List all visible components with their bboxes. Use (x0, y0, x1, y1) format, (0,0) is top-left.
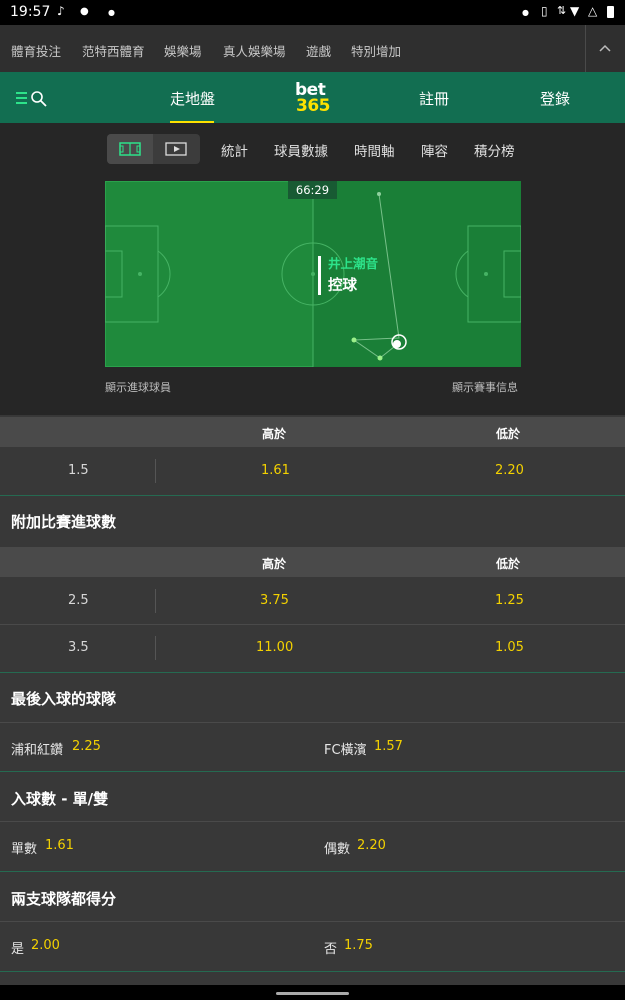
tab-lineups[interactable]: 陣容 (421, 140, 448, 160)
logo-number[interactable]: 365 (296, 96, 331, 116)
tab-timeline[interactable]: 時間軸 (354, 140, 395, 160)
status-time: 19:57 (10, 4, 51, 20)
under-column-label: 低於 (496, 557, 521, 571)
selection-button[interactable]: 浦和紅鑽 2.25 (0, 723, 312, 771)
topnav-live-casino[interactable]: 真人娛樂場 (223, 41, 286, 60)
play-icon (165, 142, 187, 156)
mobile-data-icon: ⇅ (557, 4, 567, 17)
status-bar: 19:57 ♪ ● ● ● ▯ ⇅ ▼ △ (0, 0, 625, 25)
selection-name: 偶數 (324, 842, 351, 857)
pitch-markings (105, 181, 521, 367)
tab-player-stats[interactable]: 球員數據 (274, 140, 328, 160)
market-title: 入球數 - 單/雙 (11, 790, 109, 808)
extra-goals-column-header: 高於 低於 (0, 547, 625, 577)
market-title: 附加比賽進球數 (11, 513, 117, 531)
selection-button[interactable]: 否 1.75 (312, 922, 625, 971)
show-scorer-link[interactable]: 顯示進球球員 (105, 379, 171, 395)
market-row: 單數 1.61 偶數 2.20 (0, 822, 625, 872)
under-odds-button[interactable]: 2.20 (495, 463, 524, 478)
market-header[interactable]: 入球數 - 單/雙 (0, 773, 625, 822)
market-title: 最後入球的球隊 (11, 690, 117, 708)
vibrate-icon: ▯ (541, 4, 548, 18)
battery-icon (607, 6, 614, 18)
over-odds-button[interactable]: 11.00 (256, 640, 293, 655)
market-title: 兩支球隊都得分 (11, 890, 117, 908)
notification-dot-icon: ● (522, 8, 529, 17)
selection-name: 是 (11, 942, 25, 957)
selection-odds: 2.25 (72, 739, 101, 754)
list-end (0, 972, 625, 985)
show-match-info-link[interactable]: 顯示賽事信息 (452, 379, 518, 395)
market-row: 1.5 1.61 2.20 (0, 447, 625, 496)
wifi-icon: ▼ (570, 4, 580, 18)
market-row: 是 2.00 否 1.75 (0, 922, 625, 972)
under-column-label: 低於 (496, 427, 521, 441)
over-odds-button[interactable]: 1.61 (261, 463, 290, 478)
event-indicator (318, 256, 321, 295)
selection-button[interactable]: FC橫濱 1.57 (312, 723, 625, 771)
topnav-sports[interactable]: 體育投注 (11, 41, 61, 60)
top-nav: 體育投注 范特西體育 娛樂場 真人娛樂場 遊戲 特別增加 (0, 25, 625, 73)
line-value: 1.5 (68, 463, 89, 478)
selection-button[interactable]: 單數 1.61 (0, 822, 312, 871)
pitch-icon (119, 142, 141, 156)
market-row: 3.5 11.00 1.05 (0, 625, 625, 673)
selection-name: 浦和紅鑽 (11, 743, 64, 758)
tab-inplay[interactable]: 走地盤 (170, 88, 215, 109)
menu-search-icon[interactable] (15, 90, 51, 108)
divider (155, 636, 156, 660)
selection-button[interactable]: 是 2.00 (0, 922, 312, 971)
market-header[interactable]: 兩支球隊都得分 (0, 873, 625, 922)
pitch-view-button[interactable] (107, 134, 153, 164)
over-column-label: 高於 (262, 557, 287, 571)
market-header[interactable]: 附加比賽進球數 (0, 497, 625, 543)
tiktok-icon: ♪ (57, 4, 65, 18)
selection-name: FC橫濱 (324, 743, 367, 758)
selection-name: 否 (324, 942, 338, 957)
line-value: 2.5 (68, 593, 89, 608)
selection-button[interactable]: 偶數 2.20 (312, 822, 625, 871)
market-row: 浦和紅鑽 2.25 FC橫濱 1.57 (0, 723, 625, 772)
selection-name: 單數 (11, 842, 38, 857)
topnav-casino[interactable]: 娛樂場 (164, 41, 202, 60)
tab-register[interactable]: 註冊 (419, 88, 449, 109)
selection-odds: 1.61 (45, 838, 74, 853)
market-header[interactable]: 最後入球的球隊 (0, 674, 625, 723)
market-row: 2.5 3.75 1.25 (0, 577, 625, 625)
goals-column-header: 高於 低於 (0, 417, 625, 447)
event-label: 控球 (328, 278, 357, 294)
player-name: 井上潮音 (328, 256, 379, 271)
topnav-games[interactable]: 遊戲 (306, 41, 331, 60)
selection-odds: 2.00 (31, 938, 60, 953)
divider (155, 459, 156, 483)
tab-standings[interactable]: 積分榜 (474, 140, 515, 160)
selection-odds: 1.57 (374, 739, 403, 754)
navigation-bar (0, 985, 625, 1000)
topnav-fantasy[interactable]: 范特西體育 (82, 41, 145, 60)
line-value: 3.5 (68, 640, 89, 655)
divider (155, 589, 156, 613)
tab-stats[interactable]: 統計 (221, 140, 248, 160)
line-icon: ● (80, 6, 89, 17)
topnav-extra[interactable]: 特別增加 (351, 41, 401, 60)
tab-login[interactable]: 登錄 (540, 88, 570, 109)
chevron-up-icon[interactable] (598, 43, 612, 53)
over-odds-button[interactable]: 3.75 (260, 593, 289, 608)
view-toggle (107, 134, 200, 164)
warning-icon: △ (588, 4, 598, 18)
match-clock: 66:29 (288, 181, 337, 199)
home-handle[interactable] (276, 992, 349, 995)
under-odds-button[interactable]: 1.05 (495, 640, 524, 655)
video-view-button[interactable] (153, 134, 200, 164)
selection-odds: 1.75 (344, 938, 373, 953)
dot-icon: ● (108, 8, 115, 17)
over-column-label: 高於 (262, 427, 287, 441)
selection-odds: 2.20 (357, 838, 386, 853)
under-odds-button[interactable]: 1.25 (495, 593, 524, 608)
divider (585, 25, 586, 72)
